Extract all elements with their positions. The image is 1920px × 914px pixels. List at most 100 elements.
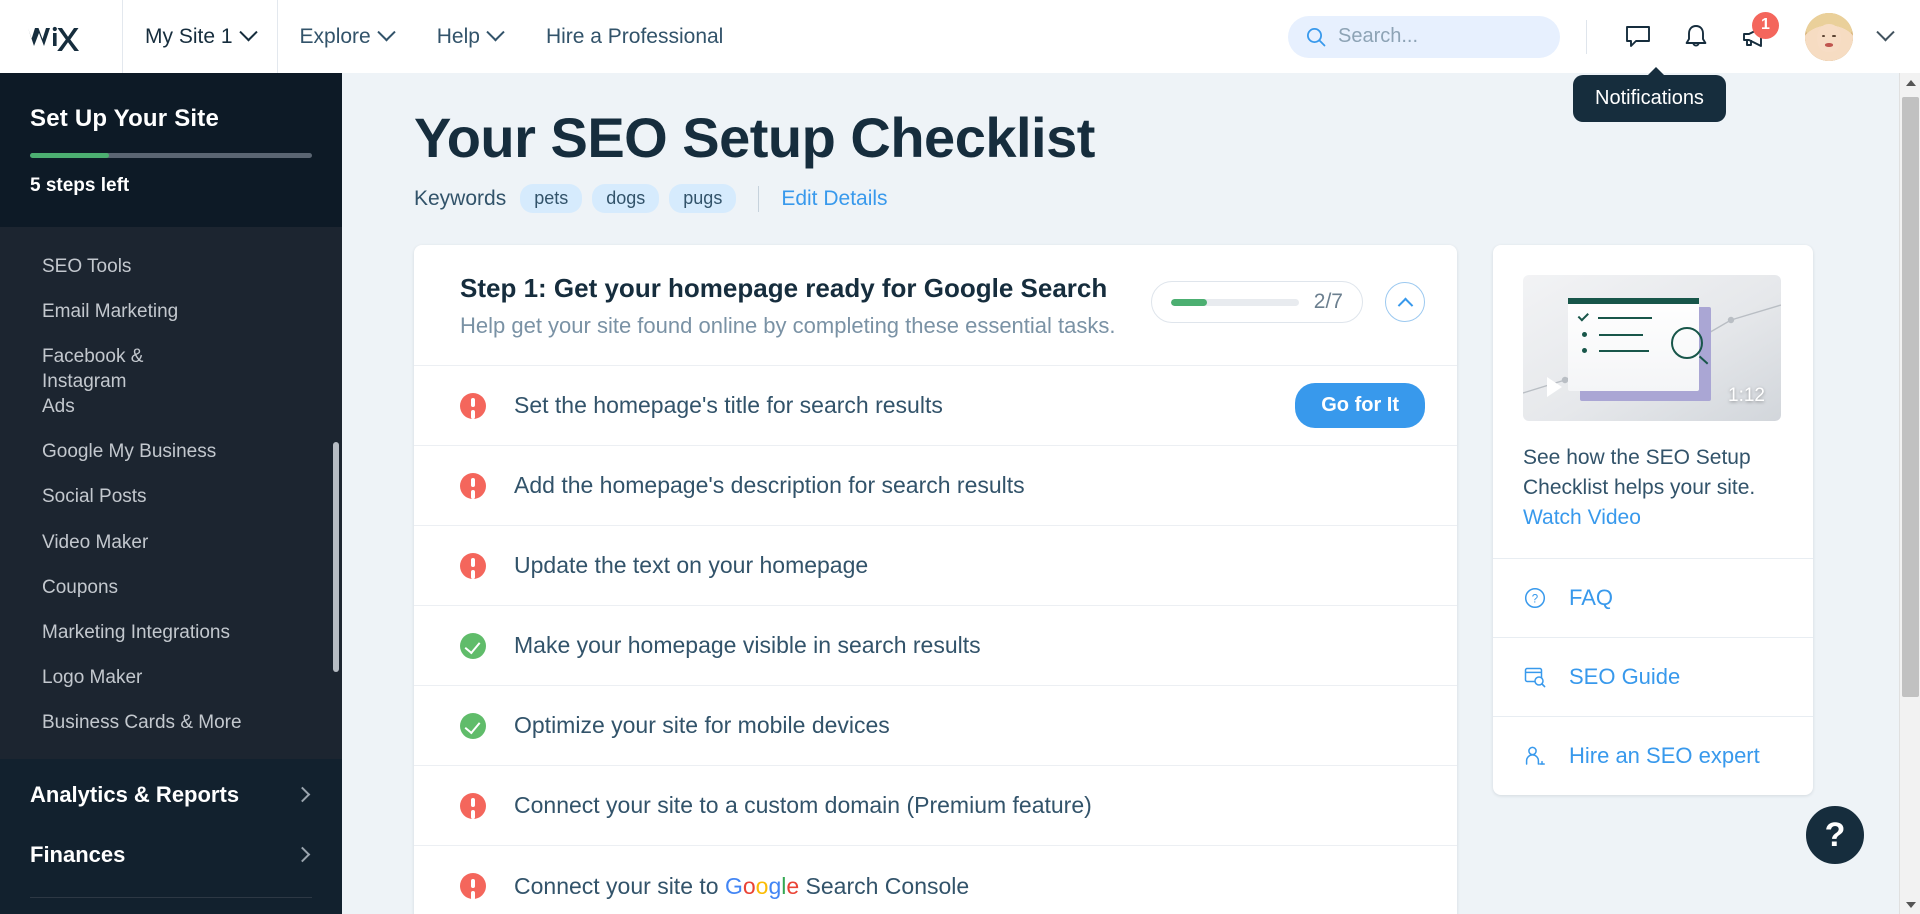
line bbox=[1598, 317, 1652, 319]
sidebar-item-video-maker[interactable]: Video Maker bbox=[0, 520, 342, 565]
video-duration: 1:12 bbox=[1728, 385, 1765, 406]
nav-item-explore[interactable]: Explore bbox=[278, 0, 415, 73]
sidebar-scrollbar-thumb[interactable] bbox=[333, 442, 339, 672]
error-icon bbox=[460, 552, 486, 579]
keywords-label: Keywords bbox=[414, 186, 507, 210]
nav-label-hire: Hire a Professional bbox=[545, 24, 724, 48]
hire-seo-expert-link[interactable]: Hire an SEO expert bbox=[1493, 716, 1813, 795]
notifications-tooltip: Notifications bbox=[1573, 67, 1726, 122]
search-input[interactable] bbox=[1338, 25, 1528, 48]
content-columns: Step 1: Get your homepage ready for Goog… bbox=[414, 245, 1900, 914]
sidebar-item-facebook-instagram-ads[interactable]: Facebook & Instagram Ads bbox=[0, 334, 190, 429]
sidebar-item-coupons[interactable]: Coupons bbox=[0, 565, 342, 610]
wix-logo[interactable] bbox=[0, 0, 122, 73]
search-area bbox=[1288, 15, 1560, 58]
triangle-up-icon bbox=[1905, 79, 1916, 86]
document-line bbox=[1577, 310, 1699, 322]
line bbox=[1599, 349, 1649, 352]
table-row[interactable]: Set the homepage's title for search resu… bbox=[414, 366, 1457, 446]
divider bbox=[758, 185, 760, 212]
video-thumbnail[interactable]: 1:12 bbox=[1523, 275, 1781, 421]
sidebar-section-analytics-reports[interactable]: Analytics & Reports bbox=[0, 765, 342, 825]
task-label: Optimize your site for mobile devices bbox=[514, 712, 890, 738]
go-for-it-button[interactable]: Go for It bbox=[1295, 383, 1425, 428]
edit-details-link[interactable]: Edit Details bbox=[781, 187, 887, 211]
chevron-right-icon bbox=[294, 787, 311, 803]
task-label: Make your homepage visible in search res… bbox=[514, 632, 981, 658]
nav-item-help[interactable]: Help bbox=[415, 0, 524, 73]
chat-button[interactable] bbox=[1609, 8, 1667, 66]
main-content: Your SEO Setup Checklist Keywords pets d… bbox=[342, 73, 1900, 914]
keyword-pill[interactable]: dogs bbox=[592, 184, 660, 213]
sidebar-title: Set Up Your Site bbox=[30, 105, 220, 132]
window-search-icon bbox=[1524, 668, 1546, 688]
step-progress-track bbox=[1170, 298, 1299, 306]
task-label: Set the homepage's title for search resu… bbox=[514, 392, 943, 418]
play-icon bbox=[1547, 377, 1562, 397]
step-progress-pill: 2/7 bbox=[1150, 281, 1363, 323]
sidebar-item-seo-tools[interactable]: SEO Tools bbox=[0, 244, 342, 289]
sidebar-item-logo-maker[interactable]: Logo Maker bbox=[0, 655, 342, 700]
triangle-down-icon bbox=[1905, 901, 1916, 908]
keywords-row: Keywords pets dogs pugs Edit Details bbox=[414, 184, 1900, 213]
sidebar-section-label: Finances bbox=[30, 841, 126, 867]
seo-guide-link[interactable]: SEO Guide bbox=[1493, 637, 1813, 716]
notifications-button[interactable] bbox=[1667, 8, 1725, 66]
scrollbar-thumb[interactable] bbox=[1902, 97, 1919, 697]
bell-icon bbox=[1685, 24, 1707, 46]
chevron-down-icon bbox=[377, 23, 396, 42]
task-label-prefix: Connect your site to bbox=[514, 872, 725, 899]
checklist-card: Step 1: Get your homepage ready for Goog… bbox=[414, 245, 1457, 914]
sidebar-section-finances[interactable]: Finances bbox=[0, 825, 342, 885]
keyword-pill[interactable]: pets bbox=[520, 184, 583, 213]
divider bbox=[1586, 19, 1587, 54]
watch-video-link[interactable]: Watch Video bbox=[1523, 506, 1641, 529]
error-icon bbox=[460, 792, 486, 819]
site-selector-label: My Site 1 bbox=[145, 24, 233, 48]
scrollbar-down-arrow[interactable] bbox=[1900, 895, 1920, 914]
person-icon bbox=[1525, 747, 1545, 766]
table-row[interactable]: Connect your site to a custom domain (Pr… bbox=[414, 766, 1457, 846]
magnifier-icon bbox=[1671, 327, 1703, 359]
chevron-right-icon bbox=[294, 847, 311, 863]
table-row[interactable]: Add the homepage's description for searc… bbox=[414, 446, 1457, 526]
video-caption: See how the SEO Setup Checklist helps yo… bbox=[1523, 443, 1783, 532]
faq-link[interactable]: ? FAQ bbox=[1493, 558, 1813, 637]
keyword-pill[interactable]: pugs bbox=[669, 184, 737, 213]
line bbox=[1599, 333, 1643, 336]
sidebar-item-social-posts[interactable]: Social Posts bbox=[0, 474, 342, 519]
bullet-dot bbox=[1582, 348, 1587, 353]
account-menu-chevron-down-icon[interactable] bbox=[1876, 23, 1895, 42]
svg-text:?: ? bbox=[1532, 594, 1538, 606]
table-row[interactable]: Update the text on your homepage bbox=[414, 526, 1457, 606]
table-row[interactable]: Optimize your site for mobile devices bbox=[414, 686, 1457, 766]
help-button[interactable]: ? bbox=[1802, 802, 1868, 868]
notification-badge: 1 bbox=[1752, 11, 1779, 39]
sidebar-item-marketing-integrations[interactable]: Marketing Integrations bbox=[0, 610, 342, 655]
announcements-button[interactable]: 1 bbox=[1725, 8, 1783, 66]
sidebar-item-google-my-business[interactable]: Google My Business bbox=[0, 429, 342, 474]
sidebar: Set Up Your Site 5 steps left SEO Tools … bbox=[0, 73, 342, 914]
search-box[interactable] bbox=[1288, 15, 1560, 58]
topbar-icons: 1 bbox=[1560, 8, 1920, 66]
sidebar-item-business-cards-more[interactable]: Business Cards & More bbox=[0, 700, 342, 745]
bullet-dot bbox=[1582, 332, 1587, 337]
video-caption-text: See how the SEO Setup Checklist helps yo… bbox=[1523, 446, 1756, 499]
seo-guide-label: SEO Guide bbox=[1569, 664, 1681, 690]
site-selector[interactable]: My Site 1 bbox=[123, 0, 277, 73]
table-row[interactable]: Make your homepage visible in search res… bbox=[414, 606, 1457, 686]
table-row[interactable]: Connect your site to Google Search Conso… bbox=[414, 846, 1457, 914]
sidebar-item-email-marketing[interactable]: Email Marketing bbox=[0, 289, 342, 334]
task-label: Add the homepage's description for searc… bbox=[514, 472, 1025, 498]
step-subtitle: Help get your site found online by compl… bbox=[460, 313, 1116, 338]
avatar[interactable] bbox=[1805, 12, 1853, 61]
scrollbar-up-arrow[interactable] bbox=[1900, 73, 1920, 92]
collapse-step-button[interactable] bbox=[1385, 282, 1425, 322]
sidebar-section-label: Analytics & Reports bbox=[30, 781, 240, 807]
chevron-down-icon bbox=[238, 23, 258, 42]
step-text-block: Step 1: Get your homepage ready for Goog… bbox=[460, 273, 1151, 339]
browser-scrollbar[interactable] bbox=[1899, 73, 1920, 914]
video-promo: 1:12 See how the SEO Setup Checklist hel… bbox=[1493, 245, 1813, 558]
task-label: Connect your site to a custom domain (Pr… bbox=[514, 792, 1092, 818]
nav-item-hire-a-professional[interactable]: Hire a Professional bbox=[524, 0, 745, 73]
